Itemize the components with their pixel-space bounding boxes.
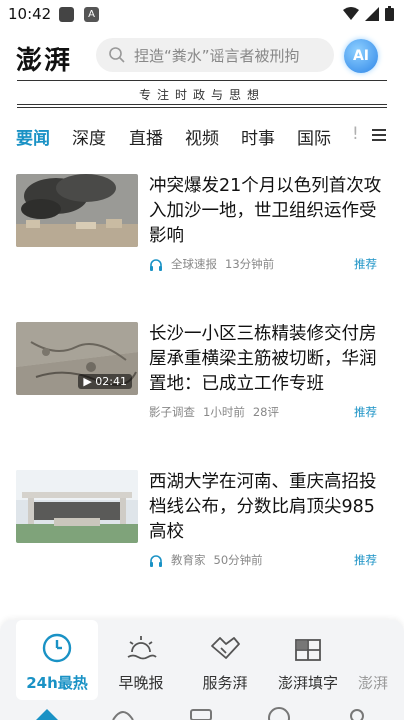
article-comments: 28评 xyxy=(252,405,279,419)
article-item[interactable]: 西湖大学在河南、重庆高招投档线公布，分数比肩顶尖985高校 教育家 50分钟前 … xyxy=(0,466,404,596)
article-item[interactable]: ▶ 02:41 长沙一小区三栋精装修交付房屋承重横梁主筋被切断，华润置地：已成立… xyxy=(0,318,404,448)
quick-item-label: 24h最热 xyxy=(26,674,88,692)
channel-tabs: 要闻 深度 直播 视频 时事 国际 ! xyxy=(0,120,404,152)
profile-icon[interactable] xyxy=(344,705,370,720)
discover-icon[interactable] xyxy=(110,706,136,720)
clock-icon xyxy=(42,633,72,663)
campus-image xyxy=(16,470,138,543)
article-time: 1小时前 xyxy=(203,405,245,419)
bottom-nav xyxy=(0,700,404,720)
recommend-tag: 推荐 xyxy=(354,405,377,419)
article-title[interactable]: 长沙一小区三栋精装修交付房屋承重横梁主筋被切断，华润置地：已成立工作专班 xyxy=(149,322,387,397)
status-bar: 10:42 A xyxy=(0,0,404,30)
article-time: 50分钟前 xyxy=(213,553,263,567)
app-header: 澎湃 捏造“粪水”谣言者被刑拘 AI xyxy=(0,30,404,82)
app-badge-icon: A xyxy=(84,7,99,22)
slogan: 专注时政与思想 xyxy=(138,88,265,102)
notification-icon xyxy=(59,7,74,22)
quick-item-morning-evening[interactable]: 早晚报 xyxy=(102,620,180,700)
quick-item-more[interactable]: 澎湃 xyxy=(352,620,404,700)
crossword-icon xyxy=(295,639,321,661)
handshake-icon xyxy=(211,637,240,659)
tab-video[interactable]: 视频 xyxy=(185,124,219,149)
article-title[interactable]: 冲突爆发21个月以色列首次攻入加沙一地，世卫组织运作受影响 xyxy=(149,174,387,249)
article-title[interactable]: 西湖大学在河南、重庆高招投档线公布，分数比肩顶尖985高校 xyxy=(149,470,387,545)
article-thumbnail[interactable]: ▶ 02:41 xyxy=(16,322,138,395)
menu-icon[interactable] xyxy=(370,126,388,144)
article-thumbnail[interactable] xyxy=(16,174,138,247)
article-thumbnail[interactable] xyxy=(16,470,138,543)
article-source[interactable]: 教育家 xyxy=(171,552,206,568)
article-meta: 影子调查 1小时前 28评 xyxy=(149,404,279,420)
tab-current-affairs[interactable]: 时事 xyxy=(241,124,275,149)
article-source[interactable]: 全球速报 xyxy=(171,256,217,272)
quick-item-24h-hot[interactable]: 24h最热 xyxy=(16,620,98,700)
divider xyxy=(17,80,387,81)
divider xyxy=(17,104,387,105)
divider xyxy=(17,107,387,108)
recommend-tag: 推荐 xyxy=(354,553,377,567)
quick-item-service[interactable]: 服务湃 xyxy=(186,620,264,700)
recommend-tag: 推荐 xyxy=(354,257,377,271)
tabs-fade xyxy=(340,120,364,152)
article-meta: 全球速报 13分钟前 xyxy=(149,256,274,272)
tab-international[interactable]: 国际 xyxy=(297,124,331,149)
search-icon xyxy=(109,47,125,63)
headphones-icon[interactable] xyxy=(149,554,163,567)
headphones-icon[interactable] xyxy=(149,258,163,271)
video-duration: ▶ 02:41 xyxy=(78,374,132,389)
tab-news[interactable]: 要闻 xyxy=(16,124,50,149)
tab-live[interactable]: 直播 xyxy=(129,124,163,149)
video-icon[interactable] xyxy=(188,706,214,720)
article-meta: 教育家 50分钟前 xyxy=(149,552,263,568)
ai-button[interactable]: AI xyxy=(344,39,378,73)
article-source[interactable]: 影子调查 xyxy=(149,404,195,420)
quick-item-label: 服务湃 xyxy=(202,674,248,692)
sunrise-icon xyxy=(127,636,157,660)
ask-icon[interactable] xyxy=(266,705,292,720)
status-right xyxy=(343,6,394,21)
quick-item-label: 澎湃填字 xyxy=(277,674,338,692)
smoke-image xyxy=(16,174,138,247)
home-icon[interactable] xyxy=(34,706,60,720)
tab-depth[interactable]: 深度 xyxy=(72,124,106,149)
duration-text: 02:41 xyxy=(95,375,127,388)
article-item[interactable]: 冲突爆发21个月以色列首次攻入加沙一地，世卫组织运作受影响 全球速报 13分钟前… xyxy=(0,170,404,300)
quick-item-crossword[interactable]: 澎湃填字 xyxy=(268,620,348,700)
battery-icon xyxy=(385,6,394,21)
app-logo[interactable]: 澎湃 xyxy=(16,40,72,77)
signal-icon xyxy=(365,6,379,21)
status-time: 10:42 xyxy=(8,5,52,23)
quick-item-label: 早晚报 xyxy=(118,674,164,692)
search-bar[interactable]: 捏造“粪水”谣言者被刑拘 xyxy=(96,38,334,72)
search-placeholder: 捏造“粪水”谣言者被刑拘 xyxy=(134,46,300,65)
wifi-icon xyxy=(343,6,359,20)
article-time: 13分钟前 xyxy=(225,257,275,271)
quick-item-label: 澎湃 xyxy=(358,674,389,692)
